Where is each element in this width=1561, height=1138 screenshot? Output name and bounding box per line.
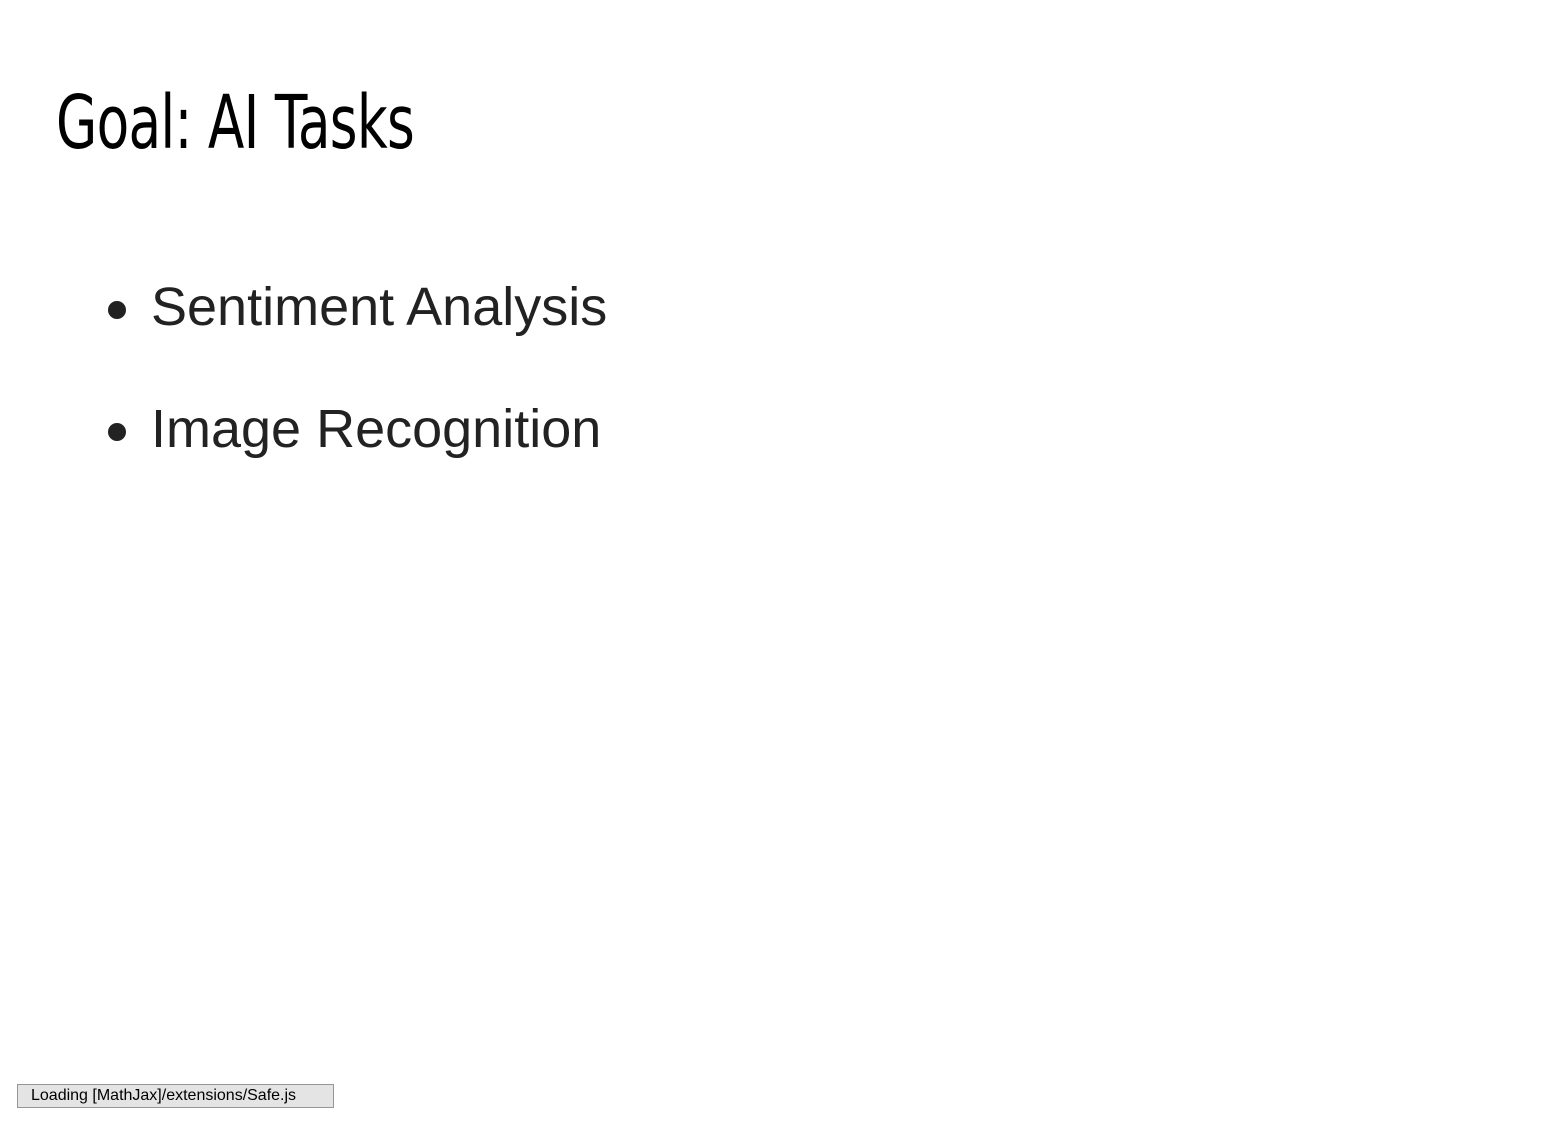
slide-title: Goal: AI Tasks <box>56 80 415 166</box>
bullet-list: Sentiment Analysis Image Recognition <box>108 270 607 514</box>
list-item: Sentiment Analysis <box>108 270 607 344</box>
list-item-text: Image Recognition <box>151 399 602 459</box>
mathjax-loading-status: Loading [MathJax]/extensions/Safe.js <box>17 1084 334 1108</box>
list-item: Image Recognition <box>108 392 607 466</box>
bullet-dot-icon <box>108 301 126 319</box>
bullet-dot-icon <box>108 423 126 441</box>
slide: Goal: AI Tasks Sentiment Analysis Image … <box>0 0 1561 1138</box>
list-item-text: Sentiment Analysis <box>151 277 608 337</box>
